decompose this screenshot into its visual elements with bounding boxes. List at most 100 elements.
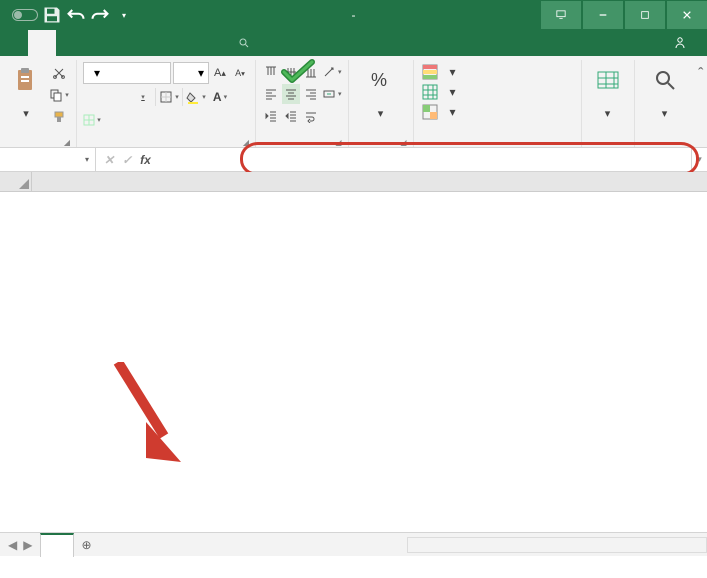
align-left-button[interactable]	[262, 84, 280, 104]
formula-bar-row: ▾ ✕ ✓ fx ▾	[0, 148, 707, 172]
group-number: % ▾ ◢	[349, 60, 414, 147]
underline-button[interactable]: ▾	[131, 86, 153, 108]
wrap-text-icon	[304, 109, 318, 123]
ribbon: ▾ ▾ ◢ ▾ ▾ A▴ A▾ ▾ ▾	[0, 56, 707, 148]
fill-color-button[interactable]: ▾	[185, 86, 207, 108]
title-bar: ▾ -	[0, 0, 707, 30]
fill-color-icon	[186, 90, 200, 104]
conditional-formatting-icon	[422, 64, 438, 80]
tab-data[interactable]	[140, 30, 168, 56]
align-right-button[interactable]	[302, 84, 320, 104]
tab-home[interactable]	[28, 30, 56, 56]
title-separator: -	[352, 8, 356, 22]
table-icon	[422, 84, 438, 100]
share-icon	[673, 36, 687, 50]
expand-formula-bar-button[interactable]: ▾	[691, 148, 707, 171]
dialog-launcher-icon[interactable]: ◢	[243, 138, 249, 147]
undo-icon[interactable]	[66, 5, 86, 25]
dialog-launcher-icon[interactable]: ◢	[335, 138, 341, 147]
cell-styles-button[interactable]: ▾	[420, 102, 458, 122]
tab-file[interactable]	[0, 30, 28, 56]
format-painter-button[interactable]	[48, 106, 70, 128]
increase-indent-button[interactable]	[282, 106, 300, 126]
group-cells: ▾	[582, 60, 635, 147]
horizontal-scrollbar[interactable]	[407, 537, 707, 553]
align-center-icon	[284, 87, 298, 101]
font-name-combo[interactable]: ▾	[83, 62, 171, 84]
decrease-indent-icon	[264, 109, 278, 123]
find-select-icon	[651, 66, 679, 94]
wrap-text-button[interactable]	[302, 106, 320, 126]
tab-formulas[interactable]	[112, 30, 140, 56]
orientation-button[interactable]: ▾	[322, 62, 342, 82]
group-editing: ▾	[635, 60, 695, 147]
decrease-indent-button[interactable]	[262, 106, 280, 126]
cancel-formula-button[interactable]: ✕	[104, 153, 114, 167]
tab-review[interactable]	[168, 30, 196, 56]
cells-icon	[594, 66, 622, 94]
select-all-corner[interactable]	[0, 172, 32, 191]
[interactable]	[159, 148, 691, 172]
align-bottom-button[interactable]	[302, 62, 320, 82]
group-label-editing	[641, 131, 689, 147]
worksheet-grid	[0, 172, 707, 532]
bold-button[interactable]	[83, 86, 105, 108]
align-bottom-icon	[304, 65, 318, 79]
merge-center-button[interactable]: ▾	[322, 84, 342, 104]
border-more-button[interactable]: ▾	[83, 110, 101, 130]
sheet-nav: ◀ ▶	[0, 538, 40, 552]
insert-function-button[interactable]: fx	[140, 153, 151, 167]
group-label-cells	[588, 131, 628, 147]
percent-icon: %	[367, 66, 395, 94]
group-alignment: ▾ ▾ ◢	[256, 60, 349, 147]
border-button[interactable]: ▾	[158, 86, 180, 108]
sheet-tab-active[interactable]	[40, 533, 74, 557]
align-center-button[interactable]	[282, 84, 300, 104]
cells-button[interactable]: ▾	[588, 62, 628, 124]
tab-page-layout[interactable]	[84, 30, 112, 56]
italic-button[interactable]	[107, 86, 129, 108]
maximize-button[interactable]	[625, 1, 665, 29]
name-box[interactable]: ▾	[0, 148, 96, 172]
share-button[interactable]	[659, 30, 707, 56]
tell-me-icon	[238, 37, 250, 49]
number-format-button[interactable]: % ▾	[355, 62, 407, 124]
autosave-toggle[interactable]	[8, 9, 38, 21]
chevron-down-icon: ▾	[85, 155, 89, 164]
decrease-font-button[interactable]: A▾	[231, 63, 249, 83]
font-size-combo[interactable]: ▾	[173, 62, 209, 84]
sheet-next-button[interactable]: ▶	[23, 538, 32, 552]
merge-icon	[322, 87, 336, 101]
dialog-launcher-icon[interactable]: ◢	[64, 138, 70, 147]
sheet-prev-button[interactable]: ◀	[8, 538, 17, 552]
copy-button[interactable]: ▾	[48, 84, 70, 106]
cut-button[interactable]	[48, 62, 70, 84]
align-middle-button[interactable]	[282, 62, 300, 82]
chevron-down-icon: ▾	[23, 108, 29, 120]
toggle-off-icon	[12, 9, 38, 21]
align-top-button[interactable]	[262, 62, 280, 82]
close-button[interactable]	[667, 1, 707, 29]
redo-icon[interactable]	[90, 5, 110, 25]
paste-button[interactable]: ▾	[6, 62, 46, 124]
svg-text:%: %	[371, 70, 387, 90]
dialog-launcher-icon[interactable]: ◢	[400, 138, 406, 147]
editing-button[interactable]: ▾	[641, 62, 689, 124]
tab-insert[interactable]	[56, 30, 84, 56]
qat-customize-icon[interactable]: ▾	[114, 5, 134, 25]
align-left-icon	[264, 87, 278, 101]
font-color-button[interactable]: A▾	[209, 86, 231, 108]
format-as-table-button[interactable]: ▾	[420, 82, 458, 102]
tab-tell-me[interactable]	[224, 30, 268, 56]
enter-formula-button[interactable]: ✓	[122, 153, 132, 167]
save-icon[interactable]	[42, 5, 62, 25]
conditional-formatting-button[interactable]: ▾	[420, 62, 458, 82]
border-icon	[159, 90, 173, 104]
collapse-ribbon-button[interactable]: ˆ	[695, 60, 707, 147]
align-top-icon	[264, 65, 278, 79]
add-sheet-button[interactable]: ⊕	[74, 538, 98, 552]
minimize-button[interactable]	[583, 1, 623, 29]
increase-font-button[interactable]: A▴	[211, 63, 229, 83]
tab-view[interactable]	[196, 30, 224, 56]
ribbon-options-button[interactable]	[541, 1, 581, 29]
